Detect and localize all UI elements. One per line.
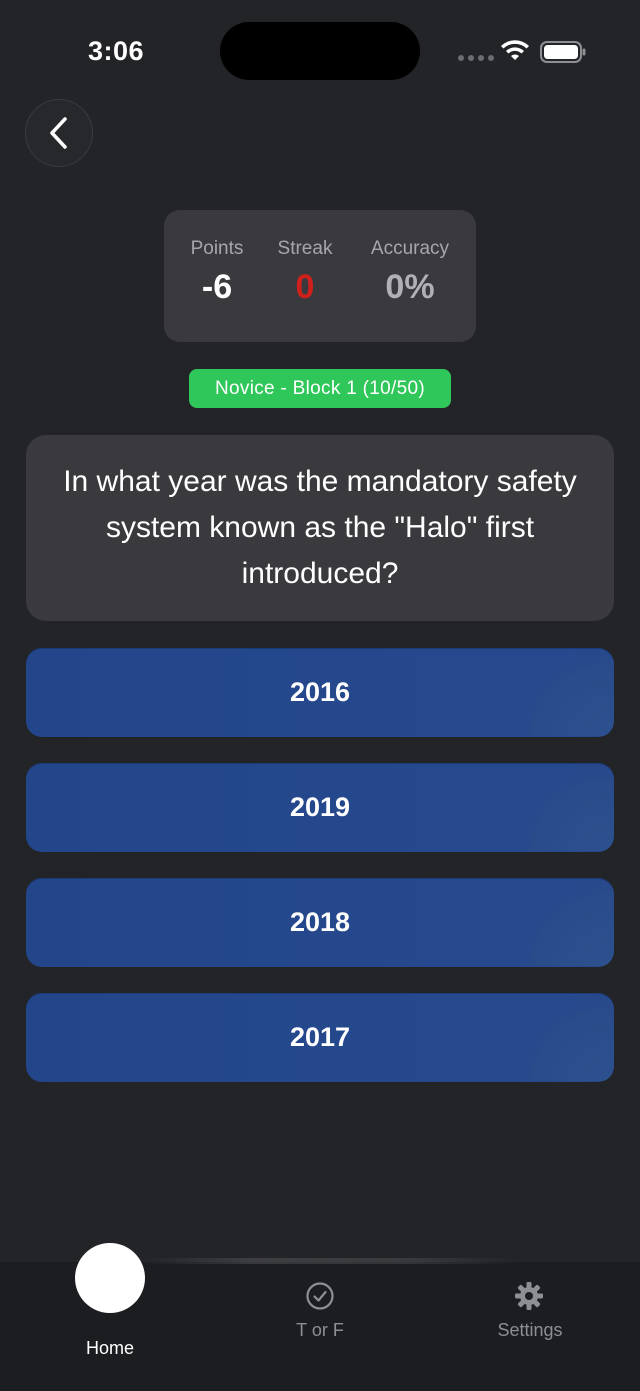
answer-button-4[interactable]: 2017 [26, 993, 614, 1082]
answer-button-3[interactable]: 2018 [26, 878, 614, 967]
answer-decoration [522, 999, 614, 1081]
wifi-icon [501, 40, 529, 60]
status-time: 3:06 [88, 36, 145, 66]
back-button[interactable] [25, 99, 93, 167]
accuracy-stat: Accuracy 0% [362, 238, 458, 307]
level-badge: Novice - Block 1 (10/50) [189, 369, 451, 408]
tab-home-icon[interactable] [75, 1243, 145, 1313]
answer-button-2[interactable]: 2019 [26, 763, 614, 852]
answer-label: 2019 [289, 792, 351, 822]
chevron-left-icon [50, 117, 67, 149]
points-stat: Points -6 [182, 238, 252, 307]
stats-card: Points -6 Streak 0 Accuracy 0% [164, 210, 476, 342]
checkmark-circle-icon[interactable] [305, 1281, 335, 1311]
answer-decoration [522, 769, 614, 851]
dynamic-island [220, 22, 420, 80]
gear-icon[interactable] [514, 1281, 544, 1311]
answer-button-1[interactable]: 2016 [26, 648, 614, 737]
accuracy-label: Accuracy [370, 238, 450, 259]
streak-label: Streak [277, 238, 333, 259]
status-bar: 3:06 [0, 0, 640, 100]
streak-stat: Streak 0 [270, 238, 340, 307]
question-text: In what year was the mandatory safety sy… [63, 465, 577, 590]
streak-value: 0 [295, 268, 315, 306]
tab-indicator [140, 1258, 520, 1264]
battery-icon [540, 41, 586, 63]
tab-home-label[interactable]: Home [60, 1338, 160, 1359]
accuracy-value: 0% [385, 268, 435, 306]
tab-settings-label[interactable]: Settings [480, 1320, 580, 1341]
cellular-signal-icon [458, 55, 494, 61]
answer-label: 2018 [289, 907, 351, 937]
points-label: Points [190, 238, 244, 259]
tab-true-false-label[interactable]: T or F [270, 1320, 370, 1341]
question-card: In what year was the mandatory safety sy… [26, 435, 614, 621]
answer-label: 2017 [289, 1022, 351, 1052]
answer-decoration [522, 884, 614, 966]
answer-label: 2016 [289, 677, 351, 707]
answer-decoration [522, 654, 614, 736]
points-value: -6 [201, 268, 233, 306]
